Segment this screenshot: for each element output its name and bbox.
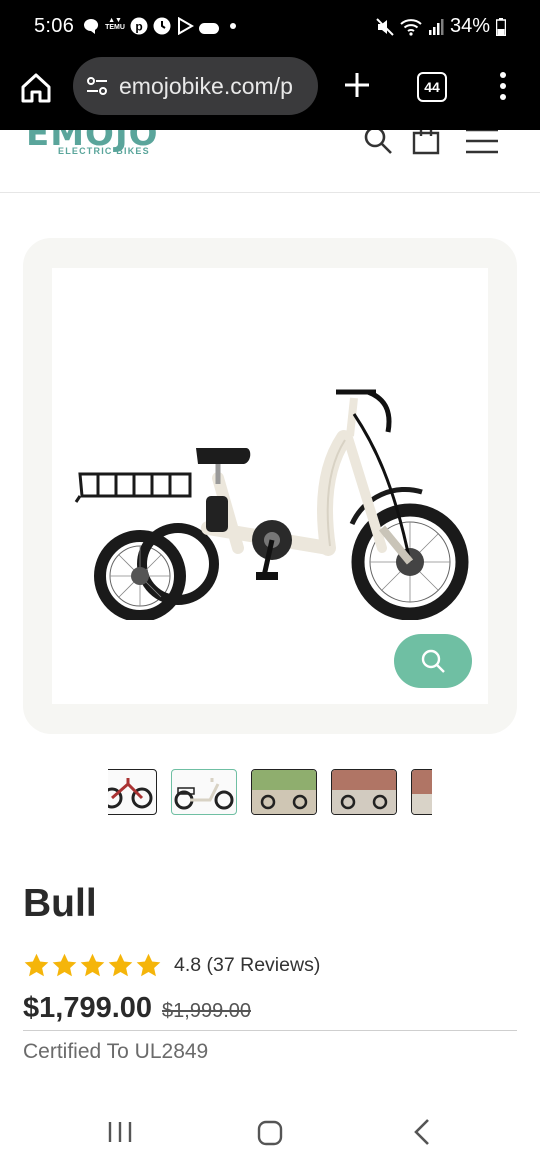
tab-switcher-button[interactable]: 44 [417,72,447,102]
site-settings-icon[interactable] [85,74,109,98]
thumbnail-5[interactable] [411,769,432,815]
url-text: emojobike.com/p [119,72,293,99]
home-icon[interactable] [18,70,54,106]
wifi-icon [400,18,422,36]
zoom-button[interactable] [394,634,472,688]
signal-icon [428,18,444,35]
logo-subtext: ELECTRIC BIKES [58,146,150,156]
status-time: 5:06 [34,15,75,37]
product-image-trike[interactable] [68,378,474,620]
certification-text: Certified To UL2849 [23,1040,209,1063]
thumbnail-3[interactable] [251,769,317,815]
thumbnail-2[interactable] [171,769,237,815]
system-status: 34% [376,15,506,38]
clock-icon [153,17,171,35]
play-icon [178,17,194,35]
more-options-icon[interactable] [497,70,509,102]
notification-icons: ▲▼ TEMU p [82,17,236,35]
status-bar: 5:06 ▲▼ TEMU p 34% [0,0,540,56]
home-button-icon[interactable] [257,1120,283,1146]
dot-icon [230,23,236,29]
magnify-icon [421,649,445,673]
thumbnail-4[interactable] [331,769,397,815]
cloud-icon [199,22,219,34]
thumbnail-1[interactable] [108,769,157,815]
address-bar[interactable]: emojobike.com/p [73,57,318,115]
rating-text[interactable]: 4.8 (37 Reviews) [174,954,320,977]
star-icon [108,953,133,977]
sale-price: $1,799.00 [23,992,153,1024]
star-icon [52,953,77,977]
hamburger-menu-icon[interactable] [464,130,500,156]
site-header: EMOJO ELECTRIC BIKES [0,130,540,193]
star-rating [23,952,162,979]
system-navigation-bar [0,1096,540,1170]
star-icon [136,953,161,977]
star-icon [24,953,49,977]
thumbnail-strip[interactable] [108,768,432,816]
compare-at-price: $1,999.00 [162,1000,251,1022]
battery-percent: 34% [449,15,490,37]
recent-apps-icon[interactable] [106,1120,134,1144]
pinterest-icon: p [130,17,148,35]
cart-icon[interactable] [410,130,442,156]
divider [23,1030,517,1031]
rating-row[interactable]: 4.8 (37 Reviews) [23,952,320,979]
product-title: Bull [23,882,97,925]
search-icon[interactable] [362,130,394,156]
mute-icon [376,17,394,36]
chat-icon [84,18,99,34]
back-icon[interactable] [410,1118,434,1146]
star-icon [80,953,105,977]
price-row: $1,799.00 $1,999.00 [23,992,251,1025]
browser-toolbar: emojobike.com/p 44 [0,56,540,130]
battery-icon [496,17,506,36]
svg-text:p: p [135,20,142,34]
new-tab-icon[interactable] [342,70,372,100]
temu-icon: ▲▼ TEMU [105,17,125,31]
